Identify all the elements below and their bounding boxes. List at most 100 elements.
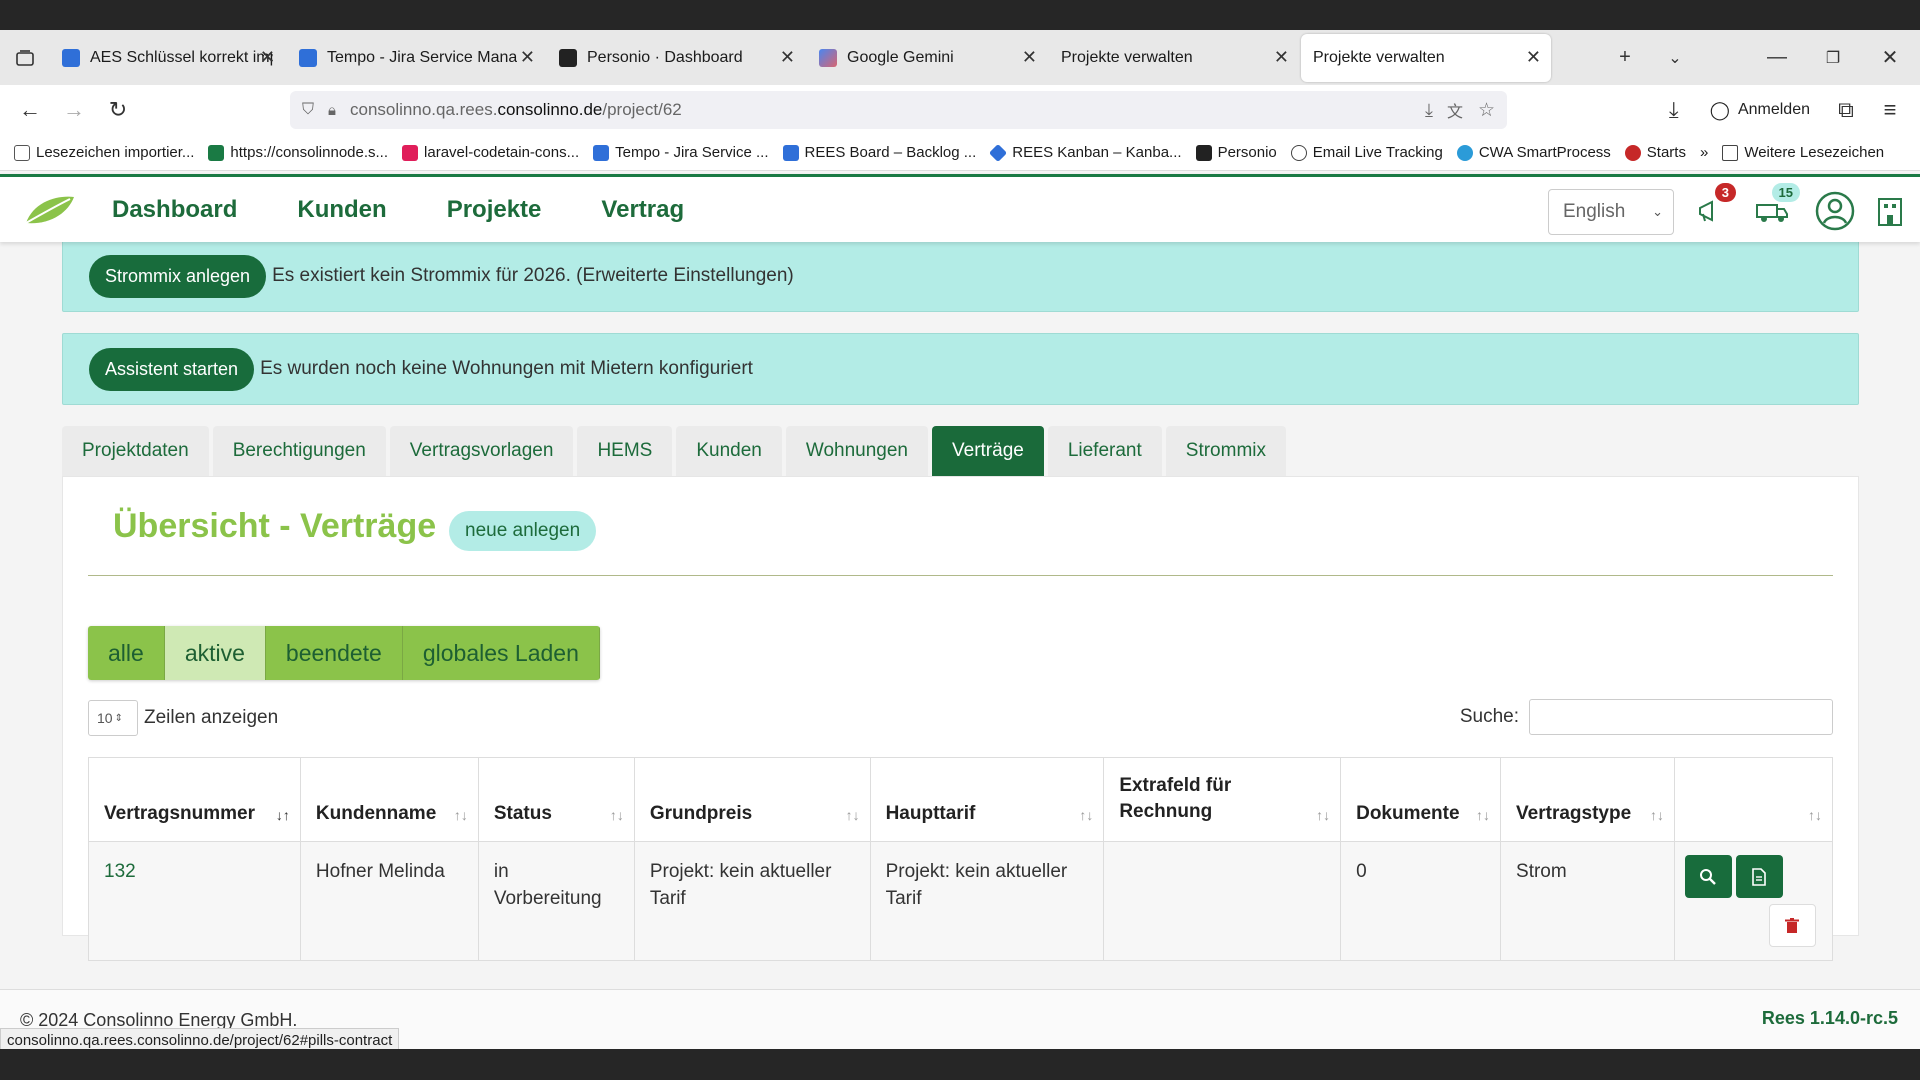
bookmark-label: REES Kanban – Kanba... [1012, 144, 1182, 161]
tab-projektdaten[interactable]: Projektdaten [62, 426, 209, 476]
close-tab-icon[interactable]: ✕ [520, 47, 535, 68]
messages-button[interactable]: 15 [1752, 183, 1800, 235]
close-window-icon[interactable]: ✕ [1865, 30, 1915, 85]
bookmark-item[interactable]: https://consolinnode.s... [208, 144, 388, 161]
col-actions[interactable]: ↑↓ [1673, 757, 1834, 842]
cell-vertragsnummer[interactable]: 132 [88, 841, 301, 961]
new-contract-button[interactable]: neue anlegen [449, 511, 597, 551]
cell-dokumente: 0 [1340, 841, 1502, 961]
tab-berechtigungen[interactable]: Berechtigungen [212, 426, 386, 476]
tab-strommix[interactable]: Strommix [1165, 426, 1287, 476]
page-length-select[interactable]: 10 ⇕ [88, 700, 138, 736]
bookmark-item[interactable]: Starts [1624, 144, 1686, 161]
translate-icon[interactable]: 文 [1447, 98, 1463, 122]
jira-favicon-icon [62, 48, 80, 67]
bookmark-item[interactable]: Personio [1195, 144, 1277, 161]
lock-icon[interactable]: 🔒︎ [328, 102, 336, 119]
bookmark-item[interactable]: laravel-codetain-cons... [402, 144, 579, 161]
nav-kunden[interactable]: Kunden [297, 196, 386, 224]
table-row: 132 Hofner Melinda in Vorbereitung Proje… [88, 841, 1834, 961]
col-kundenname[interactable]: Kundenname ↑↓ [299, 757, 479, 842]
other-bookmarks[interactable]: Weitere Lesezeichen [1722, 144, 1884, 161]
close-tab-icon[interactable]: ✕ [260, 47, 275, 68]
language-select[interactable]: English ⌄ [1548, 189, 1674, 235]
nav-dashboard[interactable]: Dashboard [112, 196, 237, 224]
browser-tab-gemini[interactable]: Google Gemini ✕ [807, 34, 1047, 82]
alert-text: Es wurden noch keine Wohnungen mit Miete… [260, 358, 753, 379]
bookmarks-overflow-icon[interactable]: » [1700, 144, 1708, 161]
header-label: Status [493, 803, 552, 824]
filter-aktive[interactable]: aktive [164, 626, 266, 680]
consolinno-logo-icon[interactable] [24, 193, 76, 227]
cell-vertragstype: Strom [1500, 841, 1675, 961]
col-grundpreis[interactable]: Grundpreis ↑↓ [633, 757, 871, 842]
filter-alle[interactable]: alle [88, 626, 165, 680]
close-tab-icon[interactable]: ✕ [780, 47, 795, 68]
bookmark-star-icon[interactable]: ☆ [1478, 99, 1495, 122]
close-tab-icon[interactable]: ✕ [1526, 47, 1541, 68]
col-extrafeld[interactable]: Extrafeld für Rechnung ↑↓ [1103, 757, 1342, 842]
browser-tab-aes[interactable]: AES Schlüssel korrekt impor ✕ [50, 34, 285, 82]
col-haupttarif[interactable]: Haupttarif ↑↓ [869, 757, 1105, 842]
tab-lieferant[interactable]: Lieferant [1047, 426, 1162, 476]
shield-icon[interactable]: ⛉ [302, 101, 314, 119]
minimize-icon[interactable]: — [1752, 30, 1802, 85]
bookmark-item[interactable]: Lesezeichen importier... [14, 144, 194, 161]
tab-kunden[interactable]: Kunden [676, 426, 782, 476]
close-tab-icon[interactable]: ✕ [1022, 47, 1037, 68]
url-bar[interactable]: ⛉ 🔒︎ consolinno.qa.rees.consolinno.de/pr… [290, 91, 1507, 129]
browser-tab-personio[interactable]: Personio · Dashboard ✕ [547, 34, 805, 82]
col-vertragstype[interactable]: Vertragstype ↑↓ [1500, 757, 1675, 842]
reload-icon[interactable]: ↻ [96, 88, 140, 132]
tab-hems[interactable]: HEMS [577, 426, 673, 476]
restore-icon[interactable]: ❐ [1808, 30, 1858, 85]
delete-contract-button[interactable] [1768, 904, 1816, 947]
bookmark-label: laravel-codetain-cons... [424, 144, 580, 161]
downloads-icon[interactable]: ⤓ [1652, 88, 1696, 132]
new-tab-icon[interactable]: + [1600, 30, 1650, 85]
user-profile-icon[interactable] [1814, 187, 1856, 235]
bookmark-item[interactable]: Email Live Tracking [1290, 144, 1443, 161]
contract-document-button[interactable] [1735, 855, 1783, 898]
url-path: /project/62 [602, 100, 682, 119]
extensions-icon[interactable]: ⧉ [1824, 88, 1868, 132]
tab-list-icon[interactable] [0, 30, 50, 85]
tab-wohnungen[interactable]: Wohnungen [785, 426, 928, 476]
header-label: Vertragsnummer [104, 803, 256, 824]
filter-globales-laden[interactable]: globales Laden [402, 626, 600, 680]
col-dokumente[interactable]: Dokumente ↑↓ [1340, 757, 1502, 842]
forward-icon[interactable]: → [52, 88, 96, 132]
bookmark-item[interactable]: REES Board – Backlog ... [782, 144, 976, 161]
tab-vertragsvorlagen[interactable]: Vertragsvorlagen [389, 426, 574, 476]
col-status[interactable]: Status ↑↓ [477, 757, 635, 842]
assistent-starten-button[interactable]: Assistent starten [89, 347, 255, 391]
view-contract-button[interactable] [1684, 855, 1732, 898]
close-tab-icon[interactable]: ✕ [1274, 47, 1289, 68]
browser-tab-projekte-active[interactable]: Projekte verwalten ✕ [1301, 33, 1551, 82]
bookmark-item[interactable]: REES Kanban – Kanba... [989, 143, 1182, 162]
bookmark-item[interactable]: Tempo - Jira Service ... [593, 144, 769, 161]
filter-beendete[interactable]: beendete [265, 626, 403, 680]
col-vertragsnummer[interactable]: Vertragsnummer ↓↑ [88, 757, 301, 842]
strommix-alert: Strommix anlegen Es existiert kein Strom… [62, 240, 1859, 312]
search-input[interactable] [1529, 699, 1833, 735]
nav-projekte[interactable]: Projekte [447, 196, 542, 224]
menu-icon[interactable]: ≡ [1868, 88, 1912, 132]
bookmark-label: Weitere Lesezeichen [1744, 144, 1885, 161]
nav-vertrag[interactable]: Vertrag [601, 196, 684, 224]
tempo-favicon-icon [299, 48, 317, 67]
browser-tab-tempo[interactable]: Tempo - Jira Service Manag ✕ [287, 34, 545, 82]
power-icon [1624, 144, 1641, 161]
back-icon[interactable]: ← [8, 88, 52, 132]
tab-overflow-chevron-icon[interactable]: ⌄ [1650, 30, 1700, 85]
bookmark-item[interactable]: CWA SmartProcess [1456, 144, 1611, 161]
notifications-button[interactable]: 3 [1692, 183, 1736, 235]
save-page-icon[interactable]: ⤓ [1425, 100, 1433, 121]
building-icon[interactable] [1872, 187, 1908, 235]
project-tabs: Projektdaten Berechtigungen Vertragsvorl… [62, 426, 1859, 476]
tab-vertraege[interactable]: Verträge [932, 426, 1044, 476]
signin-button[interactable]: ◯ Anmelden [1696, 100, 1824, 121]
strommix-anlegen-button[interactable]: Strommix anlegen [89, 254, 267, 298]
browser-tab-projekte[interactable]: Projekte verwalten ✕ [1049, 34, 1299, 82]
tab-title: Tempo - Jira Service Manag [327, 48, 517, 66]
